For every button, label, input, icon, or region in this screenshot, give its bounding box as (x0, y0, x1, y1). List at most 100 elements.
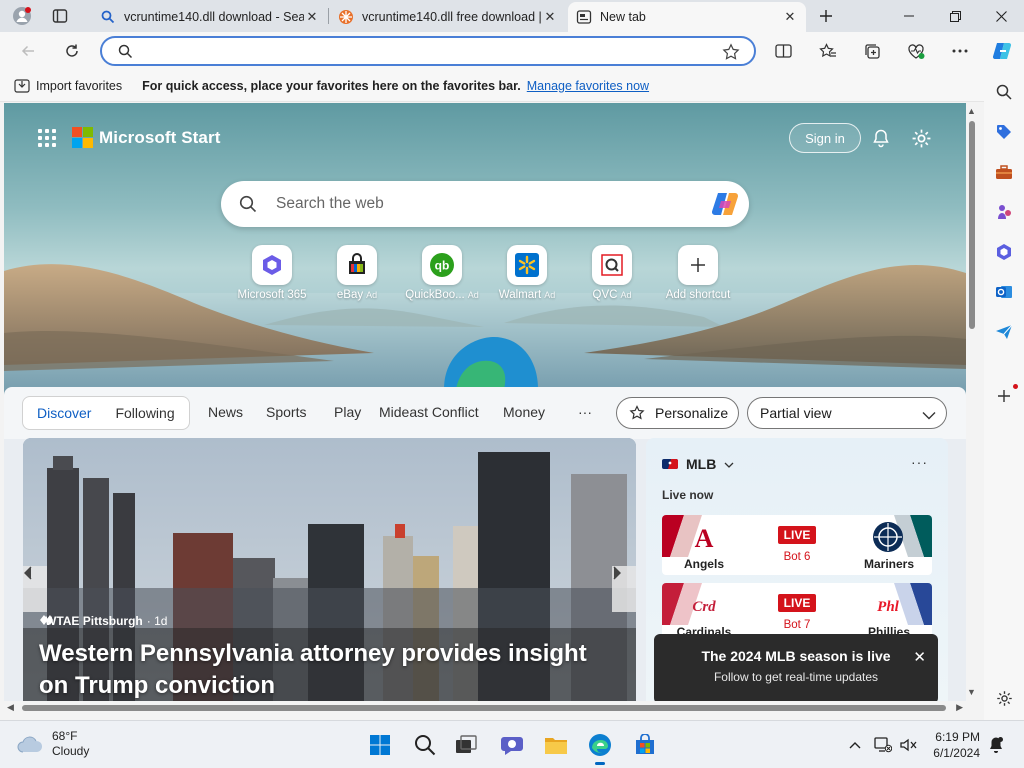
scroll-left-arrow-icon[interactable]: ◀ (7, 702, 14, 713)
favorites-button[interactable] (813, 37, 843, 65)
carousel-next-button[interactable] (612, 566, 636, 612)
copilot-button[interactable] (987, 37, 1017, 65)
windows-logo-icon (370, 735, 390, 755)
nav-sports[interactable]: Sports (266, 404, 306, 420)
refresh-button[interactable] (57, 37, 87, 65)
start-button[interactable] (364, 729, 396, 761)
m365-icon (997, 244, 1011, 260)
split-screen-button[interactable] (768, 37, 798, 65)
sidebar-microsoft365[interactable] (990, 238, 1018, 266)
address-bar[interactable] (100, 36, 756, 66)
mlb-logo-icon (662, 456, 678, 472)
close-icon[interactable]: ✕ (913, 648, 926, 666)
collections-button[interactable] (857, 37, 887, 65)
show-hidden-icons-button[interactable] (845, 735, 865, 755)
quick-link-microsoft365[interactable]: Microsoft 365 (230, 245, 314, 301)
teams-chat-button[interactable] (496, 729, 528, 761)
page-settings-button[interactable] (908, 125, 934, 151)
sidebar-shopping[interactable] (990, 118, 1018, 146)
import-favorites-button[interactable]: Import favorites (14, 79, 122, 93)
svg-text:qb: qb (435, 259, 450, 273)
quick-link-walmart[interactable]: Walmart Ad (485, 245, 569, 301)
nav-more-button[interactable]: ··· (578, 404, 592, 420)
carousel-prev-button[interactable] (23, 566, 47, 612)
minimize-button[interactable] (886, 0, 932, 32)
tab-3-active[interactable]: New tab ✕ (568, 2, 806, 32)
quick-link-qvc[interactable]: QVC Ad (570, 245, 654, 301)
task-view-icon (456, 735, 477, 753)
sidebar-outlook[interactable] (990, 278, 1018, 306)
restore-button[interactable] (932, 0, 978, 32)
windows-taskbar: 68°F Cloudy 6:19 PM 6/1/2024 (0, 720, 1024, 768)
copilot-search-icon[interactable] (709, 189, 741, 222)
web-search-box[interactable]: Search the web (221, 181, 749, 227)
system-clock[interactable]: 6:19 PM 6/1/2024 (928, 729, 980, 761)
back-button[interactable] (13, 37, 43, 65)
app-launcher-icon[interactable] (38, 128, 56, 147)
sidebar-settings[interactable] (990, 684, 1018, 712)
heart-pulse-icon (908, 43, 925, 59)
task-view-button[interactable] (450, 729, 482, 761)
new-tab-button[interactable] (812, 4, 840, 28)
scroll-down-arrow-icon[interactable]: ▼ (967, 687, 976, 697)
ebay-icon (337, 245, 377, 285)
horizontal-scroll-thumb[interactable] (22, 705, 946, 711)
file-explorer-button[interactable] (540, 729, 572, 761)
mlb-league-selector[interactable]: MLB (662, 456, 734, 472)
featured-article-card[interactable]: WTAE Pittsburgh · 1d Western Pennsylvani… (23, 438, 636, 701)
taskbar-search-button[interactable] (409, 729, 441, 761)
article-headline[interactable]: Western Pennsylvania attorney provides i… (39, 638, 619, 701)
sidebar-tools[interactable] (990, 158, 1018, 186)
nav-news[interactable]: News (208, 404, 243, 420)
quick-link-label: QVC (592, 289, 618, 301)
angels-team-logo: A (662, 515, 714, 557)
address-input[interactable] (140, 41, 720, 61)
tab-following[interactable]: Following (103, 405, 186, 421)
close-window-button[interactable] (978, 0, 1024, 32)
close-tab-icon[interactable]: ✕ (782, 9, 798, 25)
mlb-more-options[interactable]: ··· (911, 454, 928, 470)
browser-essentials-button[interactable] (901, 37, 931, 65)
settings-more-button[interactable] (945, 37, 975, 65)
tab-1[interactable]: vcruntime140.dll download - Sea ✕ (92, 2, 328, 32)
view-mode-select[interactable]: Partial view (747, 397, 947, 429)
notification-center-button[interactable] (986, 735, 1006, 755)
game-row[interactable]: A Angels LIVE Bot 6 Mariners (662, 515, 932, 575)
quick-link-quickbooks[interactable]: qb QuickBoo... Ad (400, 245, 484, 301)
network-tray-icon-button[interactable] (873, 735, 893, 755)
sidebar-drop[interactable] (990, 318, 1018, 346)
sidebar-games[interactable] (990, 198, 1018, 226)
notifications-button[interactable] (868, 125, 894, 151)
nav-play[interactable]: Play (334, 404, 361, 420)
close-tab-icon[interactable]: ✕ (542, 9, 558, 25)
sidebar-add-app[interactable] (990, 382, 1018, 410)
profile-button[interactable] (8, 4, 36, 28)
nav-mideast-conflict[interactable]: Mideast Conflict (379, 404, 479, 420)
volume-tray-icon-button[interactable] (898, 735, 918, 755)
favorite-star-icon[interactable] (722, 43, 740, 64)
cloudy-weather-icon (17, 736, 43, 753)
weather-widget[interactable]: 68°F Cloudy (16, 729, 89, 759)
horizontal-scrollbar[interactable]: ◀ ▶ (4, 701, 966, 715)
quick-link-ebay[interactable]: eBay Ad (315, 245, 399, 301)
scroll-up-arrow-icon[interactable]: ▲ (967, 106, 976, 116)
personalize-button[interactable]: Personalize (616, 397, 739, 429)
nav-money[interactable]: Money (503, 404, 545, 420)
tab-actions-button[interactable] (46, 4, 74, 28)
microsoft-store-button[interactable] (629, 729, 661, 761)
tab-separator (328, 8, 329, 24)
close-tab-icon[interactable]: ✕ (304, 9, 320, 25)
scroll-right-arrow-icon[interactable]: ▶ (956, 702, 963, 713)
sidebar-search[interactable] (990, 78, 1018, 106)
quick-link-add-shortcut[interactable]: Add shortcut (656, 245, 740, 301)
sign-in-button[interactable]: Sign in (789, 123, 861, 153)
manage-favorites-link[interactable]: Manage favorites now (527, 79, 649, 93)
more-horizontal-icon (952, 49, 968, 53)
tab-discover[interactable]: Discover (25, 405, 103, 421)
edge-taskbar-button[interactable] (584, 729, 616, 765)
game-inning: Bot 6 (783, 551, 811, 563)
vertical-scrollbar[interactable]: ▲ ▼ (966, 103, 978, 701)
store-bag-icon (636, 734, 654, 754)
vertical-scroll-thumb[interactable] (969, 121, 975, 329)
tab-2[interactable]: vcruntime140.dll free download | ✕ (330, 2, 566, 32)
